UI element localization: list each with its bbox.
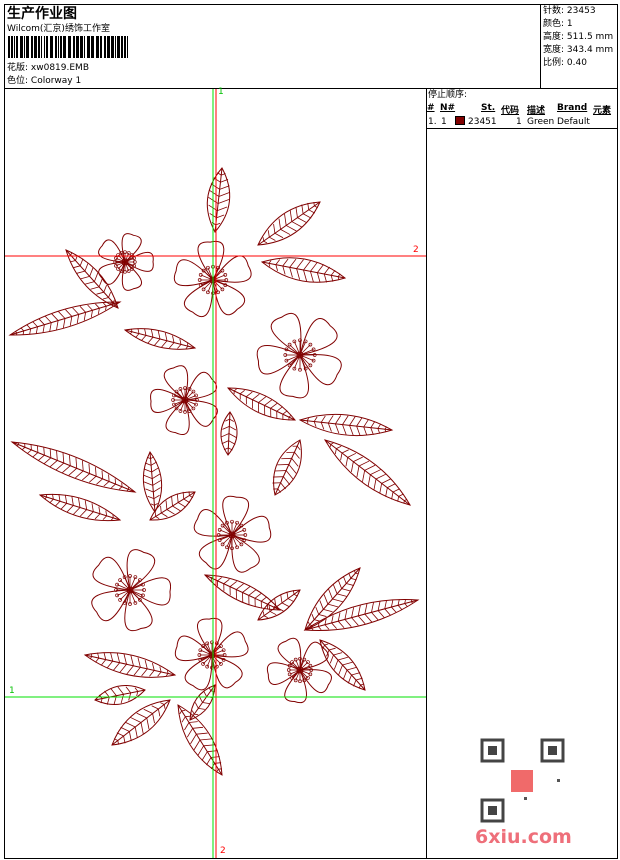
production-worksheet: 生产作业图 Wilcom(汇京)绣饰工作室 花版: xw0819.EMB 色位:… (0, 0, 620, 860)
qr-code (480, 738, 565, 823)
qr-finder-center (488, 746, 497, 755)
qr-module (557, 779, 560, 782)
watermark-logo: 6xiu.com (475, 826, 572, 848)
seal-logo (511, 770, 533, 792)
qr-module (524, 797, 527, 800)
qr-finder-center (488, 806, 497, 815)
qr-finder-center (548, 746, 557, 755)
